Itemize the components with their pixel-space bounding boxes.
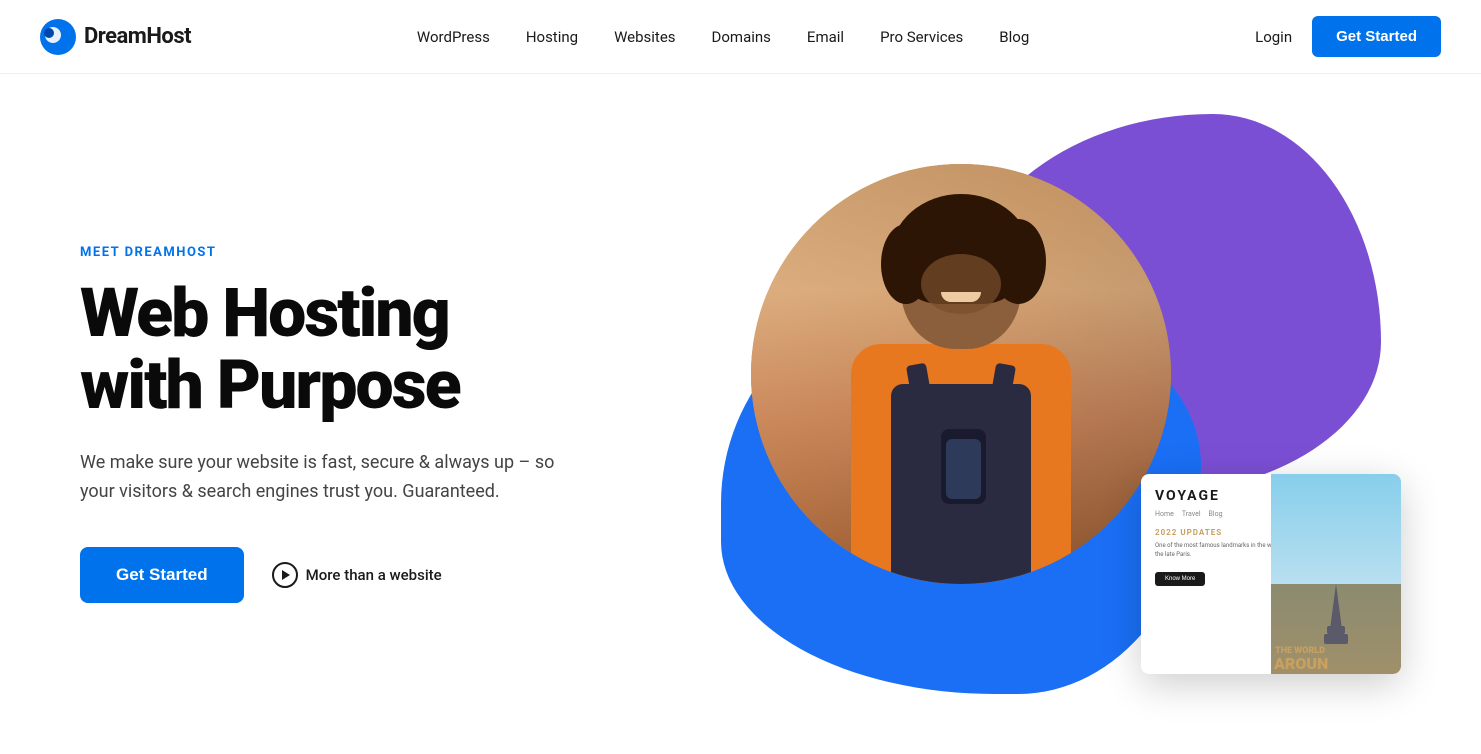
nav-item-wordpress[interactable]: WordPress — [417, 28, 490, 46]
voyage-nav-blog: Blog — [1209, 510, 1223, 518]
hero-get-started-button[interactable]: Get Started — [80, 547, 244, 603]
voyage-card-image: THE WORLD AROUN — [1271, 474, 1401, 674]
more-than-website-link[interactable]: More than a website — [272, 562, 442, 588]
hero-content: MEET DREAMHOST Web Hosting with Purpose … — [80, 245, 580, 602]
hero-title-line1: Web Hosting — [80, 273, 449, 353]
hero-title-line2: with Purpose — [80, 345, 460, 425]
nav-item-pro-services[interactable]: Pro Services — [880, 28, 963, 46]
nav-item-hosting[interactable]: Hosting — [526, 28, 578, 46]
hero-section: MEET DREAMHOST Web Hosting with Purpose … — [0, 74, 1481, 754]
voyage-nav-travel: Travel — [1182, 510, 1201, 518]
nav-get-started-button[interactable]: Get Started — [1312, 16, 1441, 57]
logo[interactable]: DreamHost — [40, 19, 191, 55]
nav-links: WordPress Hosting Websites Domains Email… — [417, 28, 1029, 46]
voyage-nav-home: Home — [1155, 510, 1174, 518]
hero-title: Web Hosting with Purpose — [80, 278, 580, 421]
more-than-label: More than a website — [306, 566, 442, 584]
hero-visual: VOYAGE Home Travel Blog 2022 UPDATES One… — [701, 134, 1401, 714]
voyage-around-text: AROUN — [1274, 656, 1328, 672]
play-icon — [272, 562, 298, 588]
play-triangle — [282, 570, 290, 580]
voyage-card: VOYAGE Home Travel Blog 2022 UPDATES One… — [1141, 474, 1401, 674]
voyage-know-more-button[interactable]: Know More — [1155, 572, 1205, 586]
nav-item-email[interactable]: Email — [807, 28, 844, 46]
hero-actions: Get Started More than a website — [80, 547, 580, 603]
nav-item-websites[interactable]: Websites — [614, 28, 675, 46]
hero-subtitle: We make sure your website is fast, secur… — [80, 449, 580, 507]
logo-text: DreamHost — [84, 24, 191, 49]
nav-item-domains[interactable]: Domains — [712, 28, 771, 46]
nav-item-blog[interactable]: Blog — [999, 28, 1029, 46]
navbar: DreamHost WordPress Hosting Websites Dom… — [0, 0, 1481, 74]
hero-eyebrow: MEET DREAMHOST — [80, 245, 580, 260]
login-button[interactable]: Login — [1255, 28, 1292, 46]
hero-image — [751, 164, 1171, 584]
nav-right: Login Get Started — [1255, 16, 1441, 57]
